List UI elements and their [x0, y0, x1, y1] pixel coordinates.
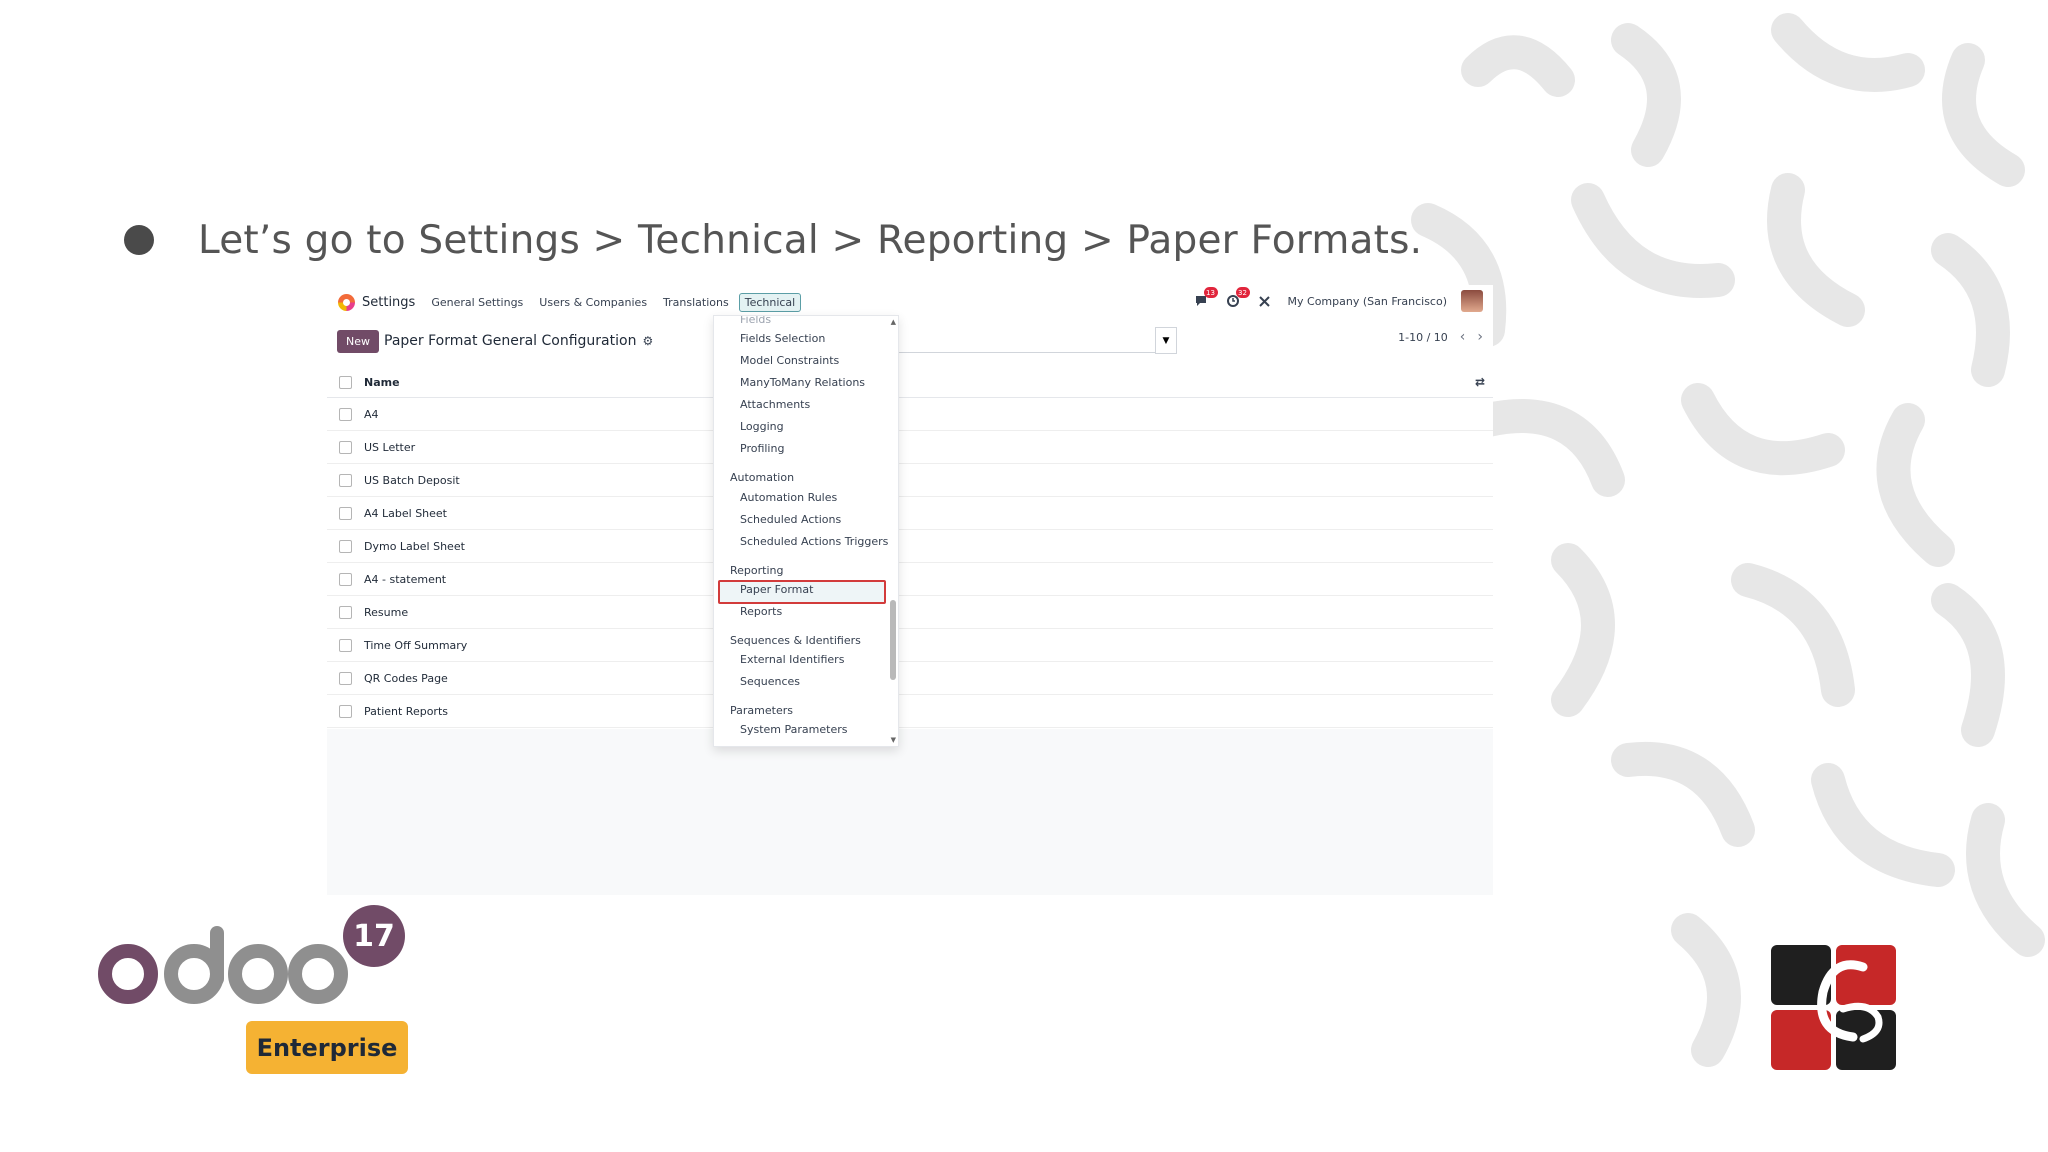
slide-heading: Let’s go to Settings > Technical > Repor… [198, 217, 1423, 263]
dropdown-item-sequences[interactable]: Sequences [740, 675, 800, 688]
control-panel: New Paper Format General Configuration ⚙… [337, 327, 1483, 355]
version-badge: 17 [343, 905, 405, 967]
odoo-screenshot: Settings General Settings Users & Compan… [327, 285, 1493, 895]
technical-dropdown-menu: Fields Fields Selection Model Constraint… [713, 315, 899, 747]
activities-badge: 32 [1235, 287, 1250, 298]
chevron-right-icon[interactable]: › [1477, 329, 1483, 345]
table-row[interactable]: A4 Label Sheet [327, 497, 1493, 530]
row-checkbox[interactable] [339, 704, 352, 718]
row-name: Patient Reports [364, 704, 448, 718]
row-name: Resume [364, 605, 409, 619]
dropdown-item-automation-rules[interactable]: Automation Rules [740, 491, 837, 504]
row-checkbox[interactable] [339, 572, 352, 586]
pager-value[interactable]: 1-10 / 10 [1398, 331, 1448, 344]
bullet-dot [124, 225, 154, 255]
table-row[interactable]: A4 [327, 398, 1493, 431]
row-name: US Letter [364, 440, 416, 454]
dropdown-item-model-constraints[interactable]: Model Constraints [740, 354, 839, 367]
dropdown-item-fields-selection[interactable]: Fields Selection [740, 332, 825, 345]
scroll-up-arrow[interactable]: ▲ [891, 318, 896, 326]
table-row[interactable]: QR Codes Page [327, 662, 1493, 695]
dropdown-item-paper-format[interactable]: Paper Format [740, 583, 813, 596]
row-checkbox[interactable] [339, 638, 352, 652]
menu-users-companies[interactable]: Users & Companies [539, 296, 647, 309]
messages-icon[interactable]: 13 [1192, 287, 1218, 310]
row-name: US Batch Deposit [364, 473, 460, 487]
dropdown-item-attachments[interactable]: Attachments [740, 398, 810, 411]
messages-badge: 13 [1203, 287, 1218, 298]
chevron-left-icon[interactable]: ‹ [1460, 329, 1466, 345]
new-button[interactable]: New [337, 329, 379, 353]
row-checkbox[interactable] [339, 440, 352, 454]
dropdown-item-scheduled-actions-triggers[interactable]: Scheduled Actions Triggers [740, 535, 888, 548]
row-name: A4 Label Sheet [364, 506, 447, 520]
dropdown-item-logging[interactable]: Logging [740, 420, 784, 433]
row-name: A4 [364, 407, 379, 421]
table-row[interactable]: Time Off Summary [327, 629, 1493, 662]
enterprise-badge: Enterprise [246, 1021, 408, 1074]
select-all-checkbox[interactable] [339, 375, 352, 389]
dropdown-scrollbar[interactable] [890, 600, 896, 680]
dropdown-item-system-parameters[interactable]: System Parameters [740, 723, 847, 736]
menu-general-settings[interactable]: General Settings [431, 296, 523, 309]
company-logo [1771, 945, 1896, 1070]
dropdown-item-profiling[interactable]: Profiling [740, 442, 784, 455]
pager: 1-10 / 10 ‹ › [1398, 329, 1483, 345]
row-checkbox[interactable] [339, 506, 352, 520]
table-row[interactable]: Patient Reports [327, 695, 1493, 728]
empty-area [327, 729, 1493, 895]
odoo-logo [98, 926, 348, 1004]
company-switcher[interactable]: My Company (San Francisco) [1288, 295, 1447, 308]
row-name: Time Off Summary [364, 638, 468, 652]
optional-columns-icon[interactable]: ⇄ [1475, 375, 1485, 389]
row-checkbox[interactable] [339, 473, 352, 487]
scroll-down-arrow[interactable]: ▼ [891, 736, 896, 744]
table-row[interactable]: Dymo Label Sheet [327, 530, 1493, 563]
debug-tools-icon[interactable] [1256, 292, 1274, 310]
column-name[interactable]: Name [364, 376, 400, 389]
menu-technical[interactable]: Technical [738, 292, 802, 312]
systray: 13 32 My Company (San Francisco) [1192, 287, 1483, 312]
user-avatar[interactable] [1461, 290, 1483, 312]
table-row[interactable]: A4 - statement [327, 563, 1493, 596]
gear-icon[interactable]: ⚙ [642, 334, 653, 348]
dropdown-item-external-identifiers[interactable]: External Identifiers [740, 653, 844, 666]
app-name[interactable]: Settings [362, 295, 415, 310]
dropdown-section-sequences-identifiers: Sequences & Identifiers [730, 634, 861, 647]
dropdown-item-scheduled-actions[interactable]: Scheduled Actions [740, 513, 841, 526]
list-header: Name ⇄ [327, 367, 1493, 398]
activities-icon[interactable]: 32 [1224, 287, 1250, 310]
table-row[interactable]: US Letter [327, 431, 1493, 464]
row-name: Dymo Label Sheet [364, 539, 465, 553]
dropdown-item-fields[interactable]: Fields [740, 316, 771, 326]
dropdown-item-reports[interactable]: Reports [740, 605, 782, 618]
dropdown-section-parameters: Parameters [730, 704, 793, 717]
row-checkbox[interactable] [339, 605, 352, 619]
dropdown-item-many2many-relations[interactable]: ManyToMany Relations [740, 376, 865, 389]
search-options-toggle[interactable]: ▼ [1155, 327, 1177, 354]
table-row[interactable]: Resume [327, 596, 1493, 629]
row-name: QR Codes Page [364, 671, 448, 685]
page-title: Paper Format General Configuration [384, 333, 637, 349]
bullet-point: Let’s go to Settings > Technical > Repor… [124, 212, 1422, 268]
menu-translations[interactable]: Translations [663, 296, 729, 309]
odoo-app-icon[interactable] [338, 293, 355, 311]
row-checkbox[interactable] [339, 671, 352, 685]
row-checkbox[interactable] [339, 539, 352, 553]
top-navbar: Settings General Settings Users & Compan… [327, 285, 1493, 319]
row-name: A4 - statement [364, 572, 447, 586]
dropdown-section-automation: Automation [730, 471, 795, 484]
row-checkbox[interactable] [339, 407, 352, 421]
list-view: Name ⇄ A4 US Letter US Batch Deposit A4 … [327, 367, 1493, 728]
table-row[interactable]: US Batch Deposit [327, 464, 1493, 497]
dropdown-section-reporting: Reporting [730, 564, 784, 577]
